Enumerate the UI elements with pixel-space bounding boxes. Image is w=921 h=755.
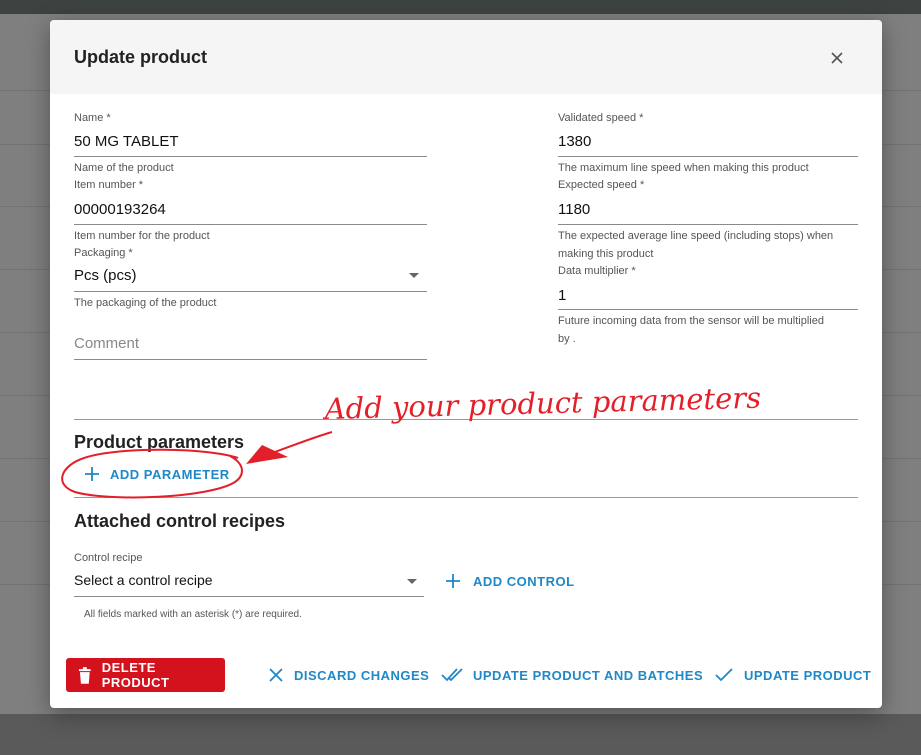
delete-product-button[interactable]: DELETE PRODUCT bbox=[66, 658, 225, 692]
control-recipe-value: Select a control recipe bbox=[74, 572, 213, 588]
packaging-select[interactable]: Packaging * Pcs (pcs) The packaging of t… bbox=[74, 247, 427, 313]
background-footer bbox=[0, 714, 921, 755]
update-product-dialog: Update product Name * 50 MG TABLET Name … bbox=[50, 20, 882, 708]
item-number-label: Item number * bbox=[74, 179, 144, 191]
packaging-label: Packaging * bbox=[74, 247, 133, 259]
annotation-arrowhead bbox=[246, 445, 288, 464]
close-button[interactable] bbox=[824, 45, 850, 71]
validated-speed-hint: The maximum line speed when making this … bbox=[558, 162, 809, 174]
add-control-label: ADD CONTROL bbox=[473, 573, 575, 589]
plus-icon bbox=[446, 574, 460, 588]
expected-speed-label: Expected speed * bbox=[558, 179, 645, 191]
control-recipes-title: Attached control recipes bbox=[74, 511, 286, 531]
dialog-title: Update product bbox=[74, 47, 207, 67]
data-multiplier-hint-line1: Future incoming data from the sensor wil… bbox=[558, 315, 824, 327]
item-number-field[interactable]: Item number * 00000193264 Item number fo… bbox=[74, 179, 427, 245]
packaging-value: Pcs (pcs) bbox=[74, 267, 137, 284]
expected-speed-value: 1180 bbox=[558, 201, 591, 218]
chevron-down-icon bbox=[409, 273, 419, 278]
update-product-button[interactable]: UPDATE PRODUCT bbox=[715, 665, 871, 685]
item-number-value: 00000193264 bbox=[74, 201, 166, 218]
name-field[interactable]: Name * 50 MG TABLET Name of the product bbox=[74, 112, 427, 177]
expected-speed-hint-line2: making this product bbox=[558, 248, 654, 260]
add-parameter-label: ADD PARAMETER bbox=[110, 466, 230, 482]
required-fields-note: All fields marked with an asterisk (*) a… bbox=[84, 609, 302, 620]
validated-speed-value: 1380 bbox=[558, 133, 592, 150]
update-product-and-batches-label: UPDATE PRODUCT AND BATCHES bbox=[473, 667, 704, 683]
annotation-arrow bbox=[249, 431, 333, 462]
plus-icon bbox=[85, 467, 99, 481]
data-multiplier-value: 1 bbox=[558, 287, 567, 304]
chevron-down-icon bbox=[407, 579, 417, 584]
section-divider bbox=[74, 419, 858, 420]
data-multiplier-label: Data multiplier * bbox=[558, 265, 636, 277]
update-product-and-batches-button[interactable]: UPDATE PRODUCT AND BATCHES bbox=[441, 665, 703, 685]
data-multiplier-field[interactable]: Data multiplier * 1 Future incoming data… bbox=[558, 265, 858, 349]
control-recipe-select[interactable]: Control recipe Select a control recipe bbox=[74, 552, 424, 597]
expected-speed-field[interactable]: Expected speed * 1180 The expected avera… bbox=[558, 179, 858, 263]
validated-speed-field[interactable]: Validated speed * 1380 The maximum line … bbox=[558, 112, 858, 177]
data-multiplier-hint-line2: by . bbox=[558, 333, 576, 345]
comment-field[interactable]: Comment bbox=[74, 330, 427, 360]
trash-icon bbox=[78, 666, 91, 684]
item-number-hint: Item number for the product bbox=[74, 230, 210, 242]
double-check-icon bbox=[441, 668, 463, 682]
validated-speed-label: Validated speed * bbox=[558, 112, 644, 124]
name-label: Name * bbox=[74, 112, 111, 124]
delete-product-label: DELETE PRODUCT bbox=[101, 660, 170, 690]
dialog-header: Update product bbox=[50, 20, 882, 94]
name-hint: Name of the product bbox=[74, 162, 174, 174]
discard-changes-button[interactable]: DISCARD CHANGES bbox=[268, 665, 429, 685]
expected-speed-hint-line1: The expected average line speed (includi… bbox=[558, 230, 834, 242]
packaging-hint: The packaging of the product bbox=[74, 297, 217, 309]
background-app-bar bbox=[0, 0, 921, 14]
discard-changes-label: DISCARD CHANGES bbox=[294, 667, 430, 683]
product-parameters-title: Product parameters bbox=[74, 432, 245, 452]
comment-placeholder: Comment bbox=[74, 335, 140, 352]
add-parameter-button[interactable]: ADD PARAMETER bbox=[84, 464, 230, 484]
close-icon bbox=[269, 668, 283, 682]
control-recipe-label: Control recipe bbox=[74, 552, 143, 564]
section-divider bbox=[74, 497, 858, 498]
update-product-label: UPDATE PRODUCT bbox=[744, 667, 872, 683]
check-icon bbox=[715, 668, 733, 682]
name-value: 50 MG TABLET bbox=[74, 133, 179, 150]
add-control-button[interactable]: ADD CONTROL bbox=[445, 571, 575, 591]
close-icon bbox=[831, 52, 843, 64]
